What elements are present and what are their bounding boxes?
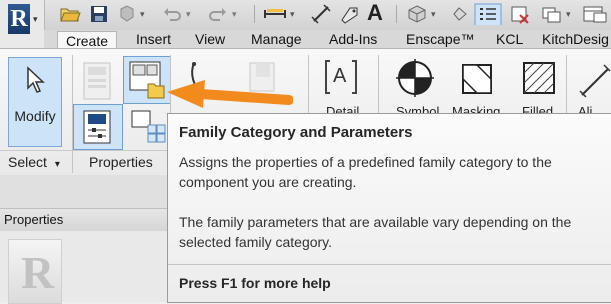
- properties-palette-title: Properties: [4, 212, 64, 227]
- tab-kitchdesign[interactable]: KitchDesig: [542, 30, 609, 48]
- toolbar-divider: [254, 5, 255, 23]
- redo-icon[interactable]: [206, 3, 230, 25]
- properties-palette-header: Properties: [0, 208, 170, 232]
- detail-component-button[interactable]: A: [324, 59, 357, 95]
- type-properties-icon: [83, 110, 111, 144]
- toolbar-divider: [396, 5, 397, 23]
- select-panel-label[interactable]: Select ▾: [8, 151, 60, 173]
- tooltip-divider: [168, 264, 611, 265]
- cursor-arrow-icon: [27, 66, 45, 93]
- chevron-down-icon[interactable]: ▾: [186, 9, 191, 31]
- properties-palette-body: R: [0, 231, 170, 304]
- select-label: Select: [8, 154, 47, 170]
- detail-glyph: A: [333, 65, 347, 87]
- chevron-down-icon[interactable]: ▾: [290, 9, 295, 31]
- family-category-and-parameters-button[interactable]: [123, 56, 171, 104]
- tooltip-help-hint: Press F1 for more help: [179, 275, 331, 291]
- chevron-down-icon[interactable]: ▾: [232, 9, 237, 31]
- chevron-down-icon: ▾: [33, 14, 38, 24]
- type-properties-button[interactable]: [73, 104, 123, 150]
- save-icon[interactable]: [88, 3, 110, 25]
- properties-panel-label: Properties: [89, 154, 153, 170]
- tag-icon[interactable]: [338, 3, 362, 25]
- type-selector-preview[interactable]: R: [8, 239, 62, 304]
- user-interface-icon[interactable]: [582, 3, 610, 25]
- filled-region-icon[interactable]: [520, 59, 560, 99]
- tab-enscape[interactable]: Enscape™: [406, 30, 474, 48]
- open-folder-icon[interactable]: [58, 3, 82, 25]
- tab-manage[interactable]: Manage: [251, 30, 302, 48]
- tooltip-description-line: The family parameters that are available…: [179, 214, 572, 230]
- section-icon[interactable]: [449, 3, 471, 25]
- symbol-icon[interactable]: [395, 59, 435, 97]
- modify-button[interactable]: Modify: [8, 57, 62, 147]
- chevron-down-icon[interactable]: ▾: [431, 9, 436, 31]
- application-menu-button[interactable]: R ▾: [0, 0, 45, 49]
- modify-label: Modify: [14, 108, 56, 124]
- aligned-dimension-tool-icon[interactable]: [578, 61, 611, 101]
- default-3d-view-icon[interactable]: [405, 3, 429, 25]
- revit-logo: R: [8, 4, 30, 34]
- aligned-dimension-icon[interactable]: [310, 3, 334, 25]
- tooltip-description-line: selected family category.: [179, 234, 333, 250]
- ribbon-tab-bar: Create Insert View Manage Add-Ins Enscap…: [44, 30, 611, 50]
- tile-views-icon[interactable]: [540, 3, 564, 25]
- masking-region-icon[interactable]: [457, 59, 497, 99]
- tab-view[interactable]: View: [195, 30, 225, 48]
- revit-preview-logo: R: [21, 247, 55, 298]
- callout-arrow-icon: [167, 80, 293, 108]
- tab-add-ins[interactable]: Add-Ins: [329, 30, 377, 48]
- synchronize-icon[interactable]: [115, 3, 139, 25]
- quick-access-toolbar: ▾ ▾ ▾ ▾ A ▾ ▾: [0, 0, 611, 31]
- text-tool-icon[interactable]: A: [367, 0, 383, 25]
- family-types-icon[interactable]: [80, 61, 116, 103]
- switch-windows-icon[interactable]: [474, 3, 502, 25]
- undo-icon[interactable]: [160, 3, 184, 25]
- tooltip-description-line: component you are creating.: [179, 174, 357, 190]
- measure-icon[interactable]: [262, 3, 288, 25]
- tooltip-title: Family Category and Parameters: [179, 124, 413, 141]
- close-inactive-views-icon[interactable]: [508, 3, 532, 25]
- chevron-down-icon[interactable]: ▾: [140, 9, 145, 31]
- family-category-icon: [129, 61, 165, 99]
- tooltip-description-line: Assigns the properties of a predefined f…: [179, 154, 552, 170]
- tooltip: Family Category and Parameters Assigns t…: [167, 113, 611, 303]
- tab-insert[interactable]: Insert: [136, 30, 171, 48]
- chevron-down-icon[interactable]: ▾: [566, 9, 571, 31]
- family-types-grid-icon[interactable]: [128, 109, 168, 145]
- chevron-down-icon: ▾: [54, 159, 60, 170]
- tab-kcl[interactable]: KCL: [496, 30, 523, 48]
